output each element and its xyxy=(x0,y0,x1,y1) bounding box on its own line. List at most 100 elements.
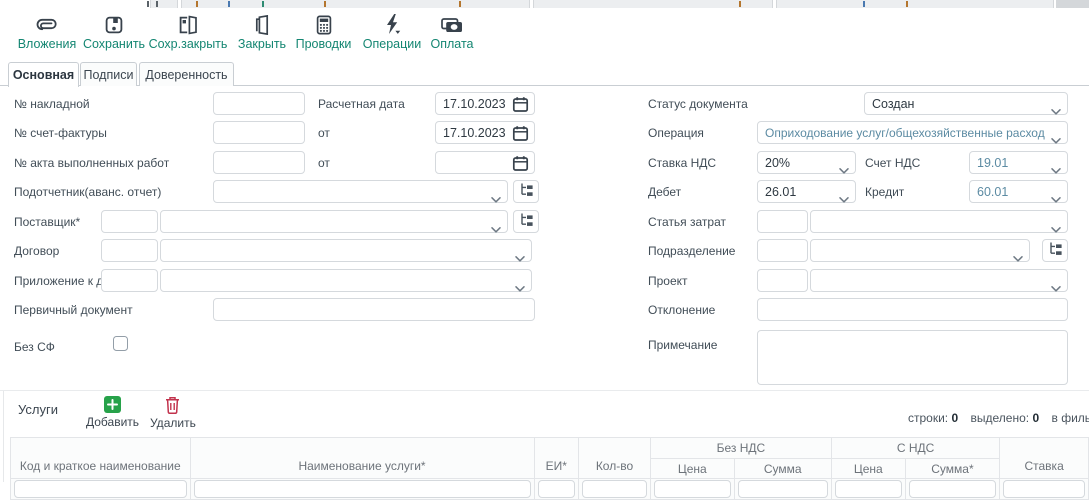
tab-signatures[interactable]: Подписи xyxy=(80,62,137,86)
calendar-icon[interactable] xyxy=(512,155,529,177)
column-header-code[interactable]: Код и краткое наименование xyxy=(11,438,191,479)
delete-row-button[interactable]: Удалить xyxy=(150,396,196,430)
save-close-button[interactable]: Сохр.закрыть xyxy=(150,13,226,51)
note-textarea[interactable] xyxy=(757,330,1068,385)
column-header-qty[interactable]: Кол-во xyxy=(578,438,650,479)
credit-combo[interactable]: 60.01 xyxy=(969,180,1068,203)
cost-item-label: Статья затрат xyxy=(648,215,726,229)
vat-account-combo[interactable]: 19.01 xyxy=(969,151,1068,174)
window-tab-strip xyxy=(0,0,1089,9)
annex-combo[interactable] xyxy=(160,269,532,292)
calendar-icon[interactable] xyxy=(512,125,529,147)
paperclip-icon xyxy=(35,13,59,35)
window-tab[interactable] xyxy=(776,0,1054,8)
podotchetnik-combo[interactable] xyxy=(213,180,508,203)
payment-button[interactable]: Оплата xyxy=(427,13,477,51)
act-no-input[interactable] xyxy=(213,151,305,174)
save-close-label: Сохр.закрыть xyxy=(149,38,228,51)
tab-main-label: Основная xyxy=(13,68,74,82)
attachments-label: Вложения xyxy=(18,38,77,51)
column-header-sum-gross[interactable]: Сумма* xyxy=(905,459,1000,479)
supplier-combo[interactable] xyxy=(160,210,508,233)
filter-input[interactable] xyxy=(909,480,997,498)
contract-combo[interactable] xyxy=(160,239,532,262)
department-code-input[interactable] xyxy=(757,239,808,262)
chevron-down-icon xyxy=(1051,102,1061,120)
chevron-down-icon xyxy=(1051,190,1061,208)
column-header-price-net[interactable]: Цена xyxy=(651,459,735,479)
window-tab[interactable] xyxy=(533,0,773,8)
filter-input[interactable] xyxy=(1003,480,1085,498)
window-tab[interactable] xyxy=(181,0,530,8)
save-close-icon xyxy=(177,13,199,35)
filter-input[interactable] xyxy=(835,480,902,498)
filter-input[interactable] xyxy=(194,480,531,498)
calculator-icon xyxy=(314,13,334,35)
save-icon xyxy=(104,13,124,35)
deviation-input[interactable] xyxy=(757,298,1068,321)
delete-row-label: Удалить xyxy=(150,416,196,430)
filter-input[interactable] xyxy=(582,480,647,498)
attachments-button[interactable]: Вложения xyxy=(12,13,82,51)
chevron-down-icon xyxy=(491,220,501,238)
form-tab-bar: Основная Подписи Доверенность xyxy=(0,62,1089,86)
department-combo[interactable] xyxy=(810,239,1030,262)
services-table: Код и краткое наименование Наименование … xyxy=(10,437,1089,500)
filter-input[interactable] xyxy=(654,480,731,498)
services-section-title: Услуги xyxy=(18,402,58,417)
supplier-code-input[interactable] xyxy=(101,210,158,233)
cost-item-code-input[interactable] xyxy=(757,210,808,233)
status-combo[interactable]: Создан xyxy=(864,92,1068,115)
tab-title-fragment xyxy=(147,1,149,7)
filter-input[interactable] xyxy=(738,480,828,498)
tab-power-of-attorney-label: Доверенность xyxy=(145,68,227,82)
project-label: Проект xyxy=(648,274,688,288)
sf-no-input[interactable] xyxy=(213,121,305,144)
column-header-sum-net[interactable]: Сумма xyxy=(734,459,831,479)
tree-view-icon xyxy=(519,182,534,202)
cost-item-combo[interactable] xyxy=(810,210,1068,233)
project-code-input[interactable] xyxy=(757,269,808,292)
column-header-unit[interactable]: ЕИ* xyxy=(534,438,578,479)
operation-combo[interactable]: Оприходование услуг/общехозяйственные ра… xyxy=(757,121,1068,144)
tab-title-fragment xyxy=(324,1,326,7)
chevron-down-icon xyxy=(1051,220,1061,238)
tab-title-fragment xyxy=(228,1,230,7)
invoice-no-input[interactable] xyxy=(213,92,305,115)
sf-date-field[interactable]: 17.10.2023 xyxy=(435,121,535,144)
vat-rate-combo[interactable]: 20% xyxy=(757,151,856,174)
calc-date-value: 17.10.2023 xyxy=(443,97,516,111)
credit-label: Кредит xyxy=(865,185,904,199)
add-row-button[interactable]: Добавить xyxy=(86,396,139,429)
window-tab[interactable] xyxy=(150,0,178,8)
column-header-rate[interactable]: Ставка xyxy=(1000,438,1089,479)
act-date-field[interactable] xyxy=(435,151,535,174)
close-button[interactable]: Закрыть xyxy=(236,13,288,51)
tab-main[interactable]: Основная xyxy=(8,62,79,87)
postings-button[interactable]: Проводки xyxy=(295,13,352,51)
calendar-icon[interactable] xyxy=(512,96,529,118)
department-tree-button[interactable] xyxy=(1042,239,1068,262)
calc-date-field[interactable]: 17.10.2023 xyxy=(435,92,535,115)
vat-rate-label: Ставка НДС xyxy=(648,156,716,170)
podotchetnik-tree-button[interactable] xyxy=(513,180,539,203)
group-header-gross: С НДС xyxy=(831,438,999,459)
column-header-price-gross[interactable]: Цена xyxy=(831,459,905,479)
debit-label: Дебет xyxy=(648,185,681,199)
operations-button[interactable]: Операции xyxy=(363,13,421,51)
primary-doc-input[interactable] xyxy=(213,298,535,321)
filter-input[interactable] xyxy=(538,480,575,498)
chevron-down-icon xyxy=(515,249,525,267)
annex-code-input[interactable] xyxy=(101,269,158,292)
project-combo[interactable] xyxy=(810,269,1068,292)
filter-input[interactable] xyxy=(14,480,187,498)
no-sf-checkbox[interactable] xyxy=(113,336,128,351)
tab-power-of-attorney[interactable]: Доверенность xyxy=(139,62,234,86)
save-button[interactable]: Сохранить xyxy=(83,13,145,51)
column-header-name[interactable]: Наименование услуги* xyxy=(190,438,534,479)
chevron-down-icon xyxy=(1051,279,1061,297)
debit-combo[interactable]: 26.01 xyxy=(757,180,856,203)
contract-code-input[interactable] xyxy=(101,239,158,262)
selected-counter: выделено: 0 xyxy=(971,411,1040,425)
supplier-tree-button[interactable] xyxy=(513,210,539,233)
